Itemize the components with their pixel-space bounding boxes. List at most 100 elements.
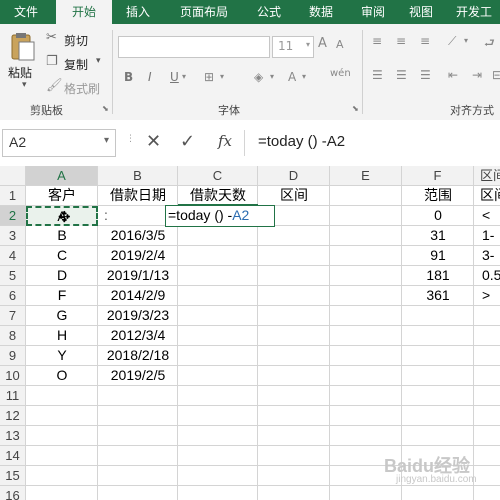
- row-header[interactable]: 15: [0, 466, 26, 486]
- fill-color-icon[interactable]: ◈: [254, 70, 263, 84]
- column-header-e[interactable]: E: [330, 166, 402, 186]
- align-top-icon[interactable]: ≡: [372, 34, 382, 48]
- column-header-g[interactable]: 区间: [474, 166, 500, 186]
- row-header[interactable]: 16: [0, 486, 26, 500]
- align-left-icon[interactable]: ☰: [372, 68, 383, 82]
- orientation-icon[interactable]: ⟋: [448, 34, 456, 49]
- font-launcher-icon[interactable]: ⬊: [352, 104, 359, 113]
- borders-dropdown-icon[interactable]: ▾: [220, 72, 224, 81]
- cell-g1[interactable]: 区间: [474, 186, 500, 206]
- column-header-a[interactable]: A: [26, 166, 98, 186]
- cell-f5[interactable]: 181: [402, 266, 474, 286]
- underline-icon[interactable]: U: [170, 70, 179, 84]
- tab-data[interactable]: 数据: [296, 0, 346, 24]
- clipboard-launcher-icon[interactable]: ⬊: [102, 104, 109, 113]
- decrease-font-icon[interactable]: A: [336, 38, 344, 51]
- cell-g5[interactable]: 0.5: [474, 266, 500, 286]
- cell-a8[interactable]: H: [26, 326, 98, 346]
- wrap-text-icon[interactable]: ⮐: [484, 34, 495, 55]
- row-header[interactable]: 3: [0, 226, 26, 246]
- cell-f1[interactable]: 范围: [402, 186, 474, 206]
- tab-view[interactable]: 视图: [398, 0, 444, 24]
- row-header[interactable]: 10: [0, 366, 26, 386]
- tab-developer[interactable]: 开发工: [448, 0, 500, 24]
- increase-indent-icon[interactable]: ⇥: [472, 68, 482, 82]
- cell-g3[interactable]: 1-: [474, 226, 500, 246]
- cell-b5[interactable]: 2019/1/13: [98, 266, 178, 286]
- fill-color-dropdown-icon[interactable]: ▾: [270, 72, 274, 81]
- cell-a5[interactable]: D: [26, 266, 98, 286]
- cell-f4[interactable]: 91: [402, 246, 474, 266]
- cell-a6[interactable]: F: [26, 286, 98, 306]
- name-box-dropdown-icon[interactable]: ▾: [104, 135, 109, 146]
- select-all-corner[interactable]: [0, 166, 26, 186]
- cell-c1[interactable]: 借款天数: [178, 186, 258, 206]
- font-size-box[interactable]: 11 ▾: [272, 36, 314, 58]
- column-header-d[interactable]: D: [258, 166, 330, 186]
- tab-page-layout[interactable]: 页面布局: [164, 0, 244, 24]
- cut-icon[interactable]: ✂: [46, 30, 57, 45]
- column-header-b[interactable]: B: [98, 166, 178, 186]
- column-header-c[interactable]: C: [178, 166, 258, 186]
- cancel-entry-icon[interactable]: ✕: [146, 131, 161, 152]
- cell-b9[interactable]: 2018/2/18: [98, 346, 178, 366]
- align-middle-icon[interactable]: ≡: [396, 34, 406, 48]
- bold-icon[interactable]: B: [124, 70, 133, 84]
- cell-b10[interactable]: 2019/2/5: [98, 366, 178, 386]
- cell-c2-editing[interactable]: =today () -A2: [166, 206, 274, 226]
- copy-dropdown-icon[interactable]: ▾: [96, 56, 101, 66]
- cell-g6[interactable]: >: [474, 286, 500, 306]
- row-header[interactable]: 12: [0, 406, 26, 426]
- confirm-entry-icon[interactable]: ✓: [180, 131, 195, 152]
- row-header[interactable]: 14: [0, 446, 26, 466]
- column-header-f[interactable]: F: [402, 166, 474, 186]
- increase-font-icon[interactable]: A: [318, 36, 327, 51]
- font-color-icon[interactable]: A: [288, 70, 296, 84]
- cell-g4[interactable]: 3-: [474, 246, 500, 266]
- font-color-dropdown-icon[interactable]: ▾: [302, 72, 306, 81]
- cell-b7[interactable]: 2019/3/23: [98, 306, 178, 326]
- cell-a10[interactable]: O: [26, 366, 98, 386]
- underline-dropdown-icon[interactable]: ▾: [182, 72, 186, 81]
- row-header[interactable]: 4: [0, 246, 26, 266]
- row-header[interactable]: 7: [0, 306, 26, 326]
- insert-function-icon[interactable]: fx: [218, 132, 232, 150]
- tab-home[interactable]: 开始: [56, 0, 112, 24]
- merge-center-icon[interactable]: ⊟: [492, 68, 500, 82]
- copy-icon[interactable]: ❐: [46, 54, 58, 69]
- align-bottom-icon[interactable]: ≡: [420, 34, 430, 48]
- format-painter-button[interactable]: 格式刷: [64, 80, 100, 97]
- tab-formulas[interactable]: 公式: [246, 0, 292, 24]
- tab-file[interactable]: 文件: [0, 0, 52, 24]
- paste-button[interactable]: 粘贴: [8, 64, 32, 81]
- cell-a1[interactable]: 客户: [26, 186, 98, 206]
- row-header[interactable]: 6: [0, 286, 26, 306]
- cell-a4[interactable]: C: [26, 246, 98, 266]
- row-header[interactable]: 13: [0, 426, 26, 446]
- cell-b8[interactable]: 2012/3/4: [98, 326, 178, 346]
- row-header[interactable]: 11: [0, 386, 26, 406]
- cell-a3[interactable]: B: [26, 226, 98, 246]
- cell-g2[interactable]: <: [474, 206, 500, 226]
- italic-icon[interactable]: I: [148, 70, 152, 84]
- format-painter-icon[interactable]: 🖌: [46, 78, 63, 93]
- font-size-dropdown-icon[interactable]: ▾: [306, 40, 310, 49]
- cell-b4[interactable]: 2019/2/4: [98, 246, 178, 266]
- cell-b6[interactable]: 2014/2/9: [98, 286, 178, 306]
- cut-button[interactable]: 剪切: [64, 32, 88, 49]
- row-header[interactable]: 5: [0, 266, 26, 286]
- tab-review[interactable]: 审阅: [350, 0, 396, 24]
- cell-b3[interactable]: 2016/3/5: [98, 226, 178, 246]
- formula-input[interactable]: =today () -A2: [258, 133, 345, 150]
- copy-button[interactable]: 复制: [64, 56, 88, 73]
- row-header[interactable]: 9: [0, 346, 26, 366]
- row-header[interactable]: 2: [0, 206, 26, 226]
- cell-a9[interactable]: Y: [26, 346, 98, 366]
- borders-icon[interactable]: ⊞: [204, 70, 214, 84]
- name-box[interactable]: A2 ▾: [2, 129, 116, 157]
- paste-icon[interactable]: [10, 32, 36, 66]
- spreadsheet-grid[interactable]: A B C D E F 区间 1 2 3 4 5 6 7 8 9 10 11 1…: [0, 166, 500, 500]
- cell-f3[interactable]: 31: [402, 226, 474, 246]
- row-header[interactable]: 8: [0, 326, 26, 346]
- cell-f6[interactable]: 361: [402, 286, 474, 306]
